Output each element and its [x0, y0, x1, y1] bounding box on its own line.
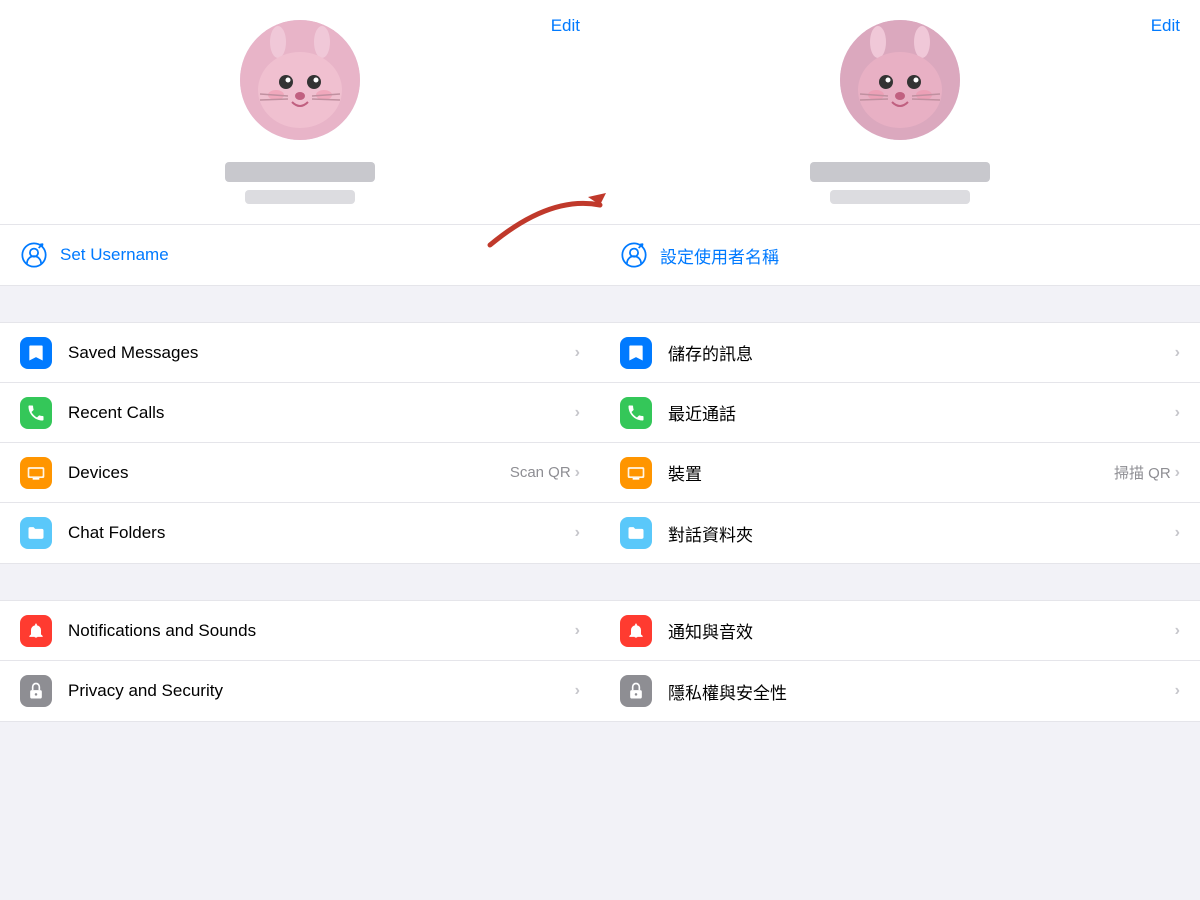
left-username-label: Set Username	[60, 245, 169, 265]
left-devices-icon	[20, 457, 52, 489]
right-set-username-row[interactable]: 設定使用者名稱	[600, 225, 1200, 285]
right-notifications-label: 通知與音效	[668, 618, 1175, 643]
left-menu-group-2: Notifications and Sounds › Privacy and S…	[0, 600, 600, 722]
right-saved-messages-chevron: ›	[1175, 344, 1180, 362]
right-menu-group-2: 通知與音效 › 隱私權與安全性 ›	[600, 600, 1200, 722]
right-devices-chevron: ›	[1175, 464, 1180, 482]
right-devices-icon	[620, 457, 652, 489]
left-profile-card: Edit	[0, 0, 600, 224]
right-devices-label: 裝置	[668, 460, 1114, 485]
left-set-username-row[interactable]: Set Username	[0, 225, 600, 285]
right-privacy-icon	[620, 675, 652, 707]
left-saved-messages-label: Saved Messages	[68, 343, 575, 363]
right-menu-group-1: 儲存的訊息 › 最近通話 › 裝置 掃描 QR ›	[600, 322, 1200, 564]
left-privacy-chevron: ›	[575, 682, 580, 700]
left-privacy-icon	[20, 675, 52, 707]
right-saved-messages-row[interactable]: 儲存的訊息 ›	[600, 323, 1200, 383]
left-notifications-icon	[20, 615, 52, 647]
left-name-blur	[225, 162, 375, 182]
right-recent-calls-row[interactable]: 最近通話 ›	[600, 383, 1200, 443]
left-recent-calls-icon	[20, 397, 52, 429]
left-chat-folders-label: Chat Folders	[68, 523, 575, 543]
right-devices-secondary: 掃描 QR	[1114, 462, 1171, 483]
right-recent-calls-icon	[620, 397, 652, 429]
right-recent-calls-chevron: ›	[1175, 404, 1180, 422]
right-saved-messages-label: 儲存的訊息	[668, 340, 1175, 365]
right-chat-folders-icon	[620, 517, 652, 549]
right-notifications-row[interactable]: 通知與音效 ›	[600, 601, 1200, 661]
right-gap-1	[600, 286, 1200, 322]
left-recent-calls-row[interactable]: Recent Calls ›	[0, 383, 600, 443]
right-notifications-icon	[620, 615, 652, 647]
left-chat-folders-icon	[20, 517, 52, 549]
right-username-section: 設定使用者名稱	[600, 224, 1200, 286]
left-devices-chevron: ›	[575, 464, 580, 482]
right-chat-folders-label: 對話資料夾	[668, 521, 1175, 546]
left-chat-folders-row[interactable]: Chat Folders ›	[0, 503, 600, 563]
left-saved-messages-icon	[20, 337, 52, 369]
left-saved-messages-row[interactable]: Saved Messages ›	[0, 323, 600, 383]
right-panel: Edit	[600, 0, 1200, 900]
right-privacy-row[interactable]: 隱私權與安全性 ›	[600, 661, 1200, 721]
right-gap-2	[600, 564, 1200, 600]
left-phone-blur	[245, 190, 355, 204]
right-profile-card: Edit	[600, 0, 1200, 224]
left-saved-messages-chevron: ›	[575, 344, 580, 362]
left-devices-secondary: Scan QR	[510, 464, 571, 481]
right-privacy-chevron: ›	[1175, 682, 1180, 700]
left-notifications-chevron: ›	[575, 622, 580, 640]
left-gap-1	[0, 286, 600, 322]
left-devices-label: Devices	[68, 463, 510, 483]
left-privacy-label: Privacy and Security	[68, 681, 575, 701]
left-panel: Edit	[0, 0, 600, 900]
right-notifications-chevron: ›	[1175, 622, 1180, 640]
right-recent-calls-label: 最近通話	[668, 400, 1175, 425]
right-chat-folders-row[interactable]: 對話資料夾 ›	[600, 503, 1200, 563]
left-menu-group-1: Saved Messages › Recent Calls › Devices …	[0, 322, 600, 564]
right-phone-blur	[830, 190, 970, 204]
left-username-section: Set Username	[0, 224, 600, 286]
right-username-label: 設定使用者名稱	[660, 243, 779, 268]
left-gap-2	[0, 564, 600, 600]
right-chat-folders-chevron: ›	[1175, 524, 1180, 542]
right-devices-row[interactable]: 裝置 掃描 QR ›	[600, 443, 1200, 503]
left-privacy-row[interactable]: Privacy and Security ›	[0, 661, 600, 721]
right-name-blur	[810, 162, 990, 182]
left-avatar	[240, 20, 360, 140]
right-avatar	[840, 20, 960, 140]
right-edit-button[interactable]: Edit	[1151, 16, 1180, 36]
right-saved-messages-icon	[620, 337, 652, 369]
left-username-icon	[20, 241, 48, 269]
left-devices-row[interactable]: Devices Scan QR ›	[0, 443, 600, 503]
left-edit-button[interactable]: Edit	[551, 16, 580, 36]
left-notifications-row[interactable]: Notifications and Sounds ›	[0, 601, 600, 661]
main-container: Edit	[0, 0, 1200, 900]
left-recent-calls-chevron: ›	[575, 404, 580, 422]
left-chat-folders-chevron: ›	[575, 524, 580, 542]
right-username-icon	[620, 241, 648, 269]
right-privacy-label: 隱私權與安全性	[668, 679, 1175, 704]
left-recent-calls-label: Recent Calls	[68, 403, 575, 423]
left-notifications-label: Notifications and Sounds	[68, 621, 575, 641]
